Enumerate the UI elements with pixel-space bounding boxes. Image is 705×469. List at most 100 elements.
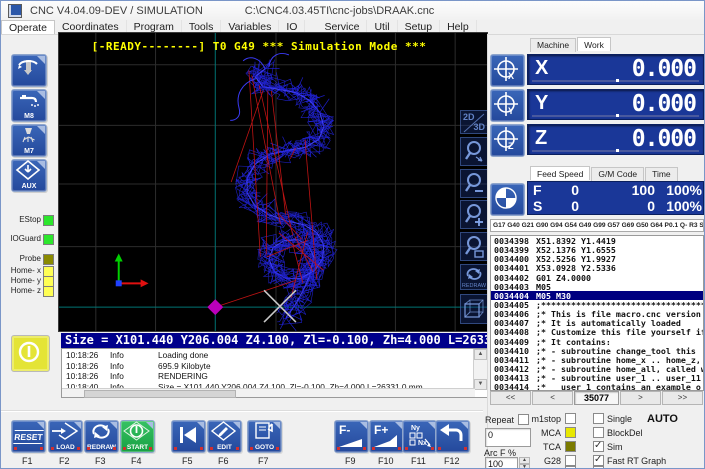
m1stop-checkbox[interactable] xyxy=(565,413,576,424)
log-row: 10:18:26 Info Loading done xyxy=(62,350,473,361)
home-z-led xyxy=(43,286,54,297)
line-text: X52.1376 Y1.6555 xyxy=(536,245,616,256)
scroll-thumb[interactable] xyxy=(84,390,236,398)
active-gcode-modals: G17 G40 G21 G90 G94 G54 G49 G99 G57 G69 … xyxy=(490,219,704,232)
back-arrow-icon xyxy=(440,424,463,441)
feed-actual: 0 xyxy=(571,182,579,198)
program-listing[interactable]: 0034398 X51.8392 Y1.4419 0034399 X52.1376 … xyxy=(490,235,704,391)
sim-checkbox[interactable] xyxy=(593,440,604,452)
program-line[interactable]: 0034400 X52.5256 Y1.9927 xyxy=(491,254,703,264)
tab-work[interactable]: Work xyxy=(577,37,611,51)
array-nesting-button[interactable]: Ny Nx xyxy=(402,420,437,453)
mist-m7-button[interactable]: M7 xyxy=(11,124,47,157)
aux-button[interactable]: AUX xyxy=(11,159,47,192)
zoom-window-button[interactable] xyxy=(460,232,488,261)
feed-minus-button[interactable]: F- xyxy=(334,420,369,453)
power-circle-icon xyxy=(18,341,40,363)
edit-button[interactable]: EDIT xyxy=(207,420,242,453)
zoom-in-button[interactable] xyxy=(460,200,488,229)
zero-z-icon: Z xyxy=(494,127,518,151)
feed-plus-button[interactable]: F+ xyxy=(369,420,404,453)
scroll-down-arrow[interactable]: ▼ xyxy=(474,379,487,390)
repeat-count-field[interactable]: 0 xyxy=(485,428,531,447)
panel-divider xyxy=(487,34,488,468)
home-z-label: Home- z xyxy=(10,286,41,295)
view-2d3d-toggle-button[interactable]: 2D 3D xyxy=(460,110,488,134)
menu-tab-operate[interactable]: Operate xyxy=(1,20,55,34)
back-button[interactable] xyxy=(435,420,470,453)
scroll-up-arrow[interactable]: ▲ xyxy=(474,349,487,360)
program-line[interactable]: 0034405 ;********************************… xyxy=(491,300,703,310)
button-status-dots xyxy=(87,447,90,450)
coolant-m8-button[interactable]: M8 xyxy=(11,89,47,122)
tab-gm-code[interactable]: G/M Code xyxy=(591,167,645,181)
program-line[interactable]: 0034407 ;* It is automatically loaded xyxy=(491,318,703,328)
tab-machine[interactable]: Machine xyxy=(530,38,577,52)
svg-text:X: X xyxy=(508,71,514,81)
reset-button-text: RESET xyxy=(13,430,44,444)
dro-y-axis-letter: Y xyxy=(535,92,549,114)
spindle-toggle-button[interactable] xyxy=(11,54,47,87)
dro-x: X 0.000 xyxy=(527,54,704,85)
program-line[interactable]: 0034403 M05 xyxy=(491,282,703,292)
goto-prev-button[interactable]: < xyxy=(532,391,574,405)
tab-feed-speed[interactable]: Feed Speed xyxy=(530,166,591,180)
feed-reset-button[interactable] xyxy=(490,183,525,216)
edit-diamond-icon xyxy=(210,421,237,441)
log-horizontal-scrollbar[interactable] xyxy=(62,388,475,398)
zero-z-button[interactable]: Z xyxy=(490,124,525,157)
log-vertical-scrollbar[interactable]: ▲ ▼ xyxy=(473,349,487,390)
goto-button[interactable]: GOTO xyxy=(247,420,282,453)
line-text: X51.8392 Y1.4419 xyxy=(536,236,616,246)
reset-button[interactable]: RESET xyxy=(11,420,46,453)
zoom-extents-button[interactable] xyxy=(460,137,488,166)
blockdel-checkbox[interactable] xyxy=(593,427,604,438)
program-line[interactable]: 0034409 ;* It contains: xyxy=(491,337,703,347)
fast-rt-graph-checkbox[interactable] xyxy=(593,454,604,466)
title-bar: CNC V4.04.09-DEV / SIMULATION C:\CNC4.03… xyxy=(1,1,704,21)
app-icon xyxy=(8,3,22,18)
goto-document-icon xyxy=(255,422,273,439)
single-checkbox[interactable] xyxy=(593,413,604,424)
log-time: 10:18:26 xyxy=(66,371,99,381)
redraw-button[interactable]: REDRAW xyxy=(84,420,119,453)
program-line[interactable]: 0034406 ;* This is file macro.cnc version xyxy=(491,309,703,319)
program-line[interactable]: 0034402 G01 Z4.0000 xyxy=(491,273,703,283)
m7-label: M7 xyxy=(24,148,34,155)
graphics-viewport[interactable]: [-READY--------] T0 G49 *** Simulation M… xyxy=(58,32,488,332)
mist-coolant-icon xyxy=(22,128,35,143)
perspective-view-button[interactable] xyxy=(460,294,488,324)
program-line[interactable]: 0034410 ;* - subroutine change_tool this xyxy=(491,346,703,356)
program-line[interactable]: 0034408 ;* Customize this file yourself i… xyxy=(491,327,703,337)
program-line[interactable]: 0034413 ;* - subroutine user_1 .. user_11 xyxy=(491,373,703,383)
toolpath-svg xyxy=(59,33,487,331)
program-line[interactable]: 0034414 ;* user_1 contains an example o xyxy=(491,382,703,390)
program-line[interactable]: 0034411 ;* - subroutine home_x .. home_z, xyxy=(491,355,703,365)
fkey-label-f10: F10 xyxy=(378,456,394,466)
g28-checkbox[interactable] xyxy=(565,455,576,466)
zero-y-button[interactable]: Y xyxy=(490,89,525,122)
load-button[interactable]: LOAD xyxy=(48,420,83,453)
log-level: Info xyxy=(110,350,124,360)
window-title: CNC V4.04.09-DEV / SIMULATION xyxy=(30,4,203,17)
start-button[interactable]: START xyxy=(120,420,155,453)
program-line[interactable]: 0034412 ;* - subroutine home_all, called … xyxy=(491,364,703,374)
program-line[interactable]: 0034398 X51.8392 Y1.4419 xyxy=(491,236,703,246)
redraw-view-button[interactable]: REDRAW xyxy=(460,264,488,290)
tab-time[interactable]: Time xyxy=(645,167,678,181)
zero-x-button[interactable]: X xyxy=(490,54,525,87)
arc-f-field[interactable]: 100 xyxy=(485,457,518,468)
log-message: RENDERING xyxy=(158,371,208,381)
button-status-dots xyxy=(123,447,126,450)
zoom-out-button[interactable] xyxy=(460,169,488,198)
program-line[interactable]: 0034401 X53.0928 Y2.5336 xyxy=(491,263,703,273)
line-number-field[interactable]: 35077 xyxy=(574,391,619,405)
program-line[interactable]: 0034399 X52.1376 Y1.6555 xyxy=(491,245,703,256)
goto-next-button[interactable]: > xyxy=(619,391,661,405)
program-line-current[interactable]: 0034404 M05 M30 xyxy=(491,290,703,301)
info-reset-button[interactable] xyxy=(11,335,50,372)
goto-first-button[interactable]: << xyxy=(490,391,532,405)
goto-last-button[interactable]: >> xyxy=(661,391,703,405)
rewind-button[interactable] xyxy=(171,420,206,453)
aux-diamond-icon xyxy=(15,159,41,181)
